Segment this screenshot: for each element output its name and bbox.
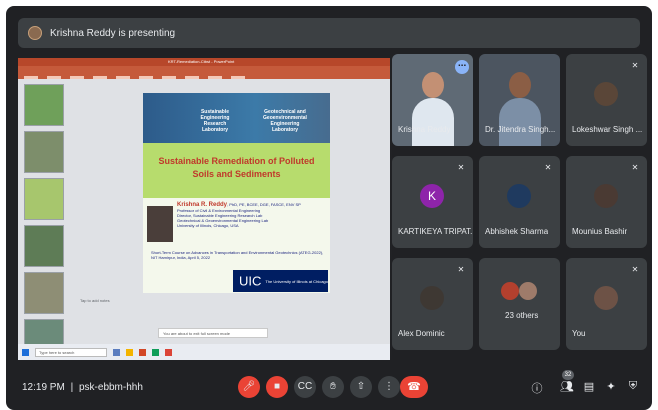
taskbar-app-icon bbox=[126, 348, 133, 356]
mic-off-icon: ✕ bbox=[544, 163, 552, 172]
speaker-bio: Krishna R. Reddy, PhD, PE, BCEE, DGE, FA… bbox=[177, 202, 327, 228]
participant-video bbox=[499, 98, 541, 146]
participant-tile-self[interactable]: ✕ You bbox=[566, 258, 647, 350]
participant-name: Abhishek Sharma bbox=[485, 227, 549, 236]
info-icon[interactable]: ⓘ bbox=[530, 380, 544, 396]
taskbar-app-icon bbox=[139, 348, 146, 356]
slide-thumbnail bbox=[24, 131, 64, 173]
slide-thumbnail bbox=[24, 178, 64, 220]
separator: | bbox=[70, 382, 74, 393]
participant-name: Krishna Reddy bbox=[398, 125, 451, 134]
participant-video bbox=[412, 98, 454, 146]
mic-off-icon: ✕ bbox=[631, 61, 639, 70]
taskbar-app-icon bbox=[165, 348, 172, 356]
presenting-text: Krishna Reddy is presenting bbox=[50, 27, 176, 39]
hang-up-icon[interactable]: ☎︎ bbox=[400, 376, 428, 398]
slide-thumbnail bbox=[24, 225, 64, 267]
participant-tile[interactable]: ⋯ Krishna Reddy bbox=[392, 54, 473, 146]
clock: 12:19 PM bbox=[22, 382, 65, 393]
participant-name: Lokeshwar Singh ... bbox=[572, 125, 643, 134]
captions-icon[interactable]: CC bbox=[294, 376, 316, 398]
notes-hint: Tap to add notes bbox=[80, 298, 110, 303]
powerpoint-titlebar: KRT-Remediation-Ctbst - PowerPoint bbox=[18, 58, 390, 66]
lab-left-label: Sustainable Engineering Research Laborat… bbox=[200, 109, 230, 133]
participant-tile[interactable]: ✕ Lokeshwar Singh ... bbox=[566, 54, 647, 146]
taskbar-app-icon bbox=[113, 348, 120, 356]
mic-off-icon: ✕ bbox=[457, 163, 465, 172]
participant-photo bbox=[594, 184, 618, 208]
mic-off-icon[interactable]: 🎤︎ bbox=[238, 376, 260, 398]
participant-name: KARTIKEYA TRIPAT... bbox=[398, 227, 472, 236]
taskbar-app-icon bbox=[152, 348, 159, 356]
participant-photo bbox=[519, 282, 537, 300]
mic-off-icon: ✕ bbox=[631, 265, 639, 274]
participant-photo bbox=[501, 282, 519, 300]
more-options-icon[interactable]: ⋯ bbox=[455, 60, 469, 74]
participant-tile[interactable]: ✕ Mounius Bashir bbox=[566, 156, 647, 248]
uic-logo-text: UIC bbox=[239, 273, 262, 289]
participant-photo bbox=[507, 184, 531, 208]
slide-thumbnails bbox=[24, 84, 72, 360]
shared-screen[interactable]: KRT-Remediation-Ctbst - PowerPoint Susta… bbox=[18, 58, 390, 360]
uic-university-text: The University of Illinois at Chicago bbox=[265, 278, 328, 284]
uic-logo: UIC The University of Illinois at Chicago bbox=[233, 270, 328, 292]
participant-tile-others[interactable]: 23 others bbox=[479, 258, 560, 350]
slide-thumbnail bbox=[24, 272, 64, 314]
activities-icon[interactable]: ✦ bbox=[604, 380, 618, 393]
fullscreen-toast: You are about to exit full screen mode bbox=[158, 328, 268, 338]
participant-tile[interactable]: ✕ K KARTIKEYA TRIPAT... bbox=[392, 156, 473, 248]
course-line: Short-Term Course on Advances in Transpo… bbox=[151, 250, 324, 260]
speaker-portrait bbox=[147, 206, 173, 242]
bio-line: University of Illinois, Chicago, USA bbox=[177, 223, 239, 228]
slide-title-band: Sustainable Remediation of Polluted Soil… bbox=[143, 143, 330, 198]
presenter-avatar bbox=[28, 26, 42, 40]
participant-tile[interactable]: Dr. Jitendra Singh... bbox=[479, 54, 560, 146]
presenting-banner: Krishna Reddy is presenting bbox=[18, 18, 640, 48]
meeting-code: psk-ebbm-hhh bbox=[78, 382, 143, 393]
slide-body: Krishna R. Reddy, PhD, PE, BCEE, DGE, FA… bbox=[143, 198, 330, 293]
participant-photo bbox=[594, 82, 618, 106]
powerpoint-ribbon bbox=[18, 66, 390, 79]
participant-letter-avatar: K bbox=[420, 184, 444, 208]
windows-taskbar: Type here to search bbox=[18, 344, 390, 360]
powerpoint-window-title: KRT-Remediation-Ctbst - PowerPoint bbox=[168, 59, 235, 64]
people-icon[interactable]: 👥︎ bbox=[560, 380, 574, 393]
participant-photo bbox=[594, 286, 618, 310]
participant-tile[interactable]: ✕ Abhishek Sharma bbox=[479, 156, 560, 248]
chat-icon[interactable]: ▤ bbox=[582, 380, 596, 393]
taskbar-search: Type here to search bbox=[35, 347, 107, 357]
mic-off-icon: ✕ bbox=[457, 265, 465, 274]
current-slide: Sustainable Engineering Research Laborat… bbox=[143, 93, 330, 293]
meeting-info: 12:19 PM | psk-ebbm-hhh bbox=[22, 382, 143, 393]
lab-right-label: Geotechnical and Geoenvironmental Engine… bbox=[263, 109, 307, 133]
speaker-credentials: , PhD, PE, BCEE, DGE, FASCE, ENV SP bbox=[227, 202, 301, 207]
raise-hand-icon[interactable]: ✋︎ bbox=[322, 376, 344, 398]
windows-start-icon bbox=[22, 348, 29, 356]
participant-tile[interactable]: ✕ Alex Dominic bbox=[392, 258, 473, 350]
meet-window: Krishna Reddy is presenting KRT-Remediat… bbox=[6, 6, 652, 410]
host-controls-icon[interactable]: ⛨ bbox=[626, 380, 640, 393]
participant-name: You bbox=[572, 329, 586, 338]
participant-name: Mounius Bashir bbox=[572, 227, 628, 236]
camera-off-icon[interactable]: ■ bbox=[266, 376, 288, 398]
participant-name: Alex Dominic bbox=[398, 329, 445, 338]
others-count: 23 others bbox=[505, 311, 539, 320]
slide-header-banner: Sustainable Engineering Research Laborat… bbox=[143, 93, 330, 143]
participant-name: Dr. Jitendra Singh... bbox=[485, 125, 556, 134]
people-count-badge: 32 bbox=[562, 370, 574, 380]
bottom-toolbar: 12:19 PM | psk-ebbm-hhh 🎤︎ ■ CC ✋︎ ⇧ ⋮ ☎… bbox=[6, 368, 652, 410]
present-icon[interactable]: ⇧ bbox=[350, 376, 372, 398]
more-options-icon[interactable]: ⋮ bbox=[378, 376, 400, 398]
slide-title: Sustainable Remediation of Polluted Soil… bbox=[158, 156, 315, 179]
slide-thumbnail bbox=[24, 84, 64, 126]
participant-photo bbox=[420, 286, 444, 310]
mic-off-icon: ✕ bbox=[631, 163, 639, 172]
